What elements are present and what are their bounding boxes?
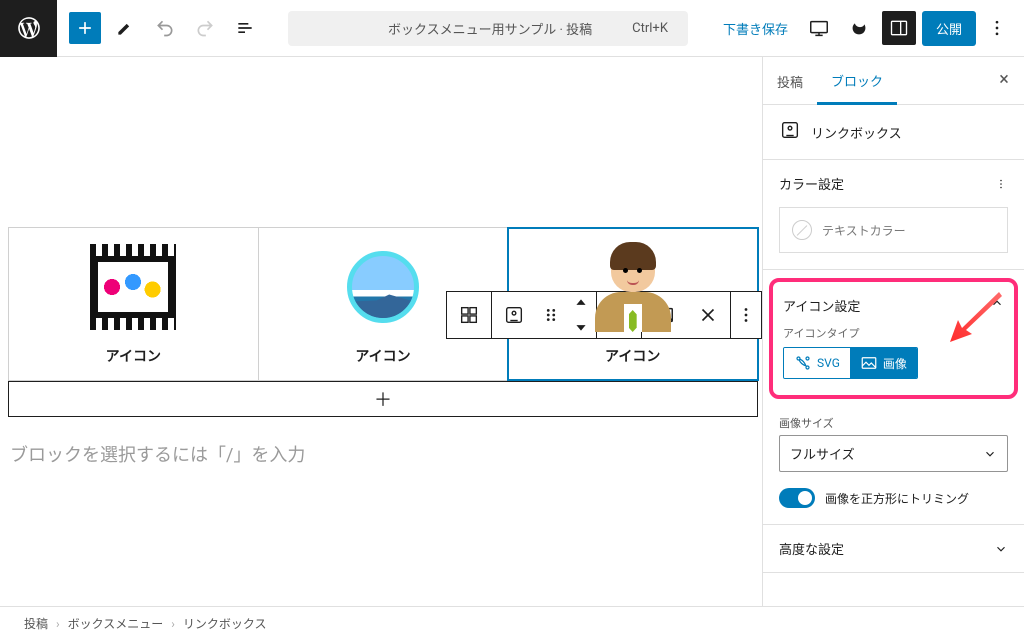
tab-post[interactable]: 投稿 — [763, 58, 817, 103]
editor-topbar: ボックスメニュー用サンプル · 投稿 Ctrl+K 下書き保存 公開 — [0, 0, 1024, 57]
icon-grid: アイコン アイコン アイコン — [8, 227, 758, 381]
edit-mode-button[interactable] — [109, 12, 141, 44]
save-draft-button[interactable]: 下書き保存 — [715, 19, 796, 38]
section-color-title: カラー設定 — [779, 174, 844, 193]
crop-toggle-row: 画像を正方形にトリミング — [763, 484, 1024, 524]
text-color-row[interactable]: テキストカラー — [779, 207, 1008, 253]
crop-toggle-switch[interactable] — [779, 488, 815, 508]
chevron-up-icon[interactable] — [990, 296, 1004, 310]
linkbox-icon — [779, 119, 801, 145]
column-label: アイコン — [106, 346, 161, 366]
icon-type-image-label: 画像 — [883, 355, 907, 372]
parent-block-button[interactable] — [447, 292, 491, 338]
toolbar-left — [57, 12, 273, 44]
section-color-header[interactable]: カラー設定 — [763, 160, 1024, 207]
toolbar-center: ボックスメニュー用サンプル · 投稿 Ctrl+K — [273, 11, 703, 46]
icon-type-toggle: SVG 画像 — [783, 347, 918, 379]
section-color: カラー設定 テキストカラー — [763, 160, 1024, 270]
color-swatch-none — [792, 220, 812, 240]
block-type-button[interactable] — [492, 292, 536, 338]
column-3-image — [588, 242, 678, 332]
image-size-select[interactable]: フルサイズ — [779, 435, 1008, 472]
image-size-label: 画像サイズ — [763, 407, 1024, 435]
icon-type-svg[interactable]: SVG — [784, 348, 850, 378]
breadcrumb-item[interactable]: 投稿 — [24, 615, 48, 632]
column-2-image — [338, 242, 428, 332]
icon-settings-highlight: アイコン設定 アイコンタイプ SVG 画像 — [769, 278, 1018, 399]
section-advanced-title: 高度な設定 — [779, 539, 844, 558]
document-title-bar[interactable]: ボックスメニュー用サンプル · 投稿 Ctrl+K — [288, 11, 688, 46]
kebab-icon[interactable] — [994, 177, 1008, 191]
column-label: アイコン — [605, 346, 660, 366]
block-placeholder[interactable]: ブロックを選択するには「/」を入力 — [10, 441, 752, 467]
image-size-value: フルサイズ — [790, 444, 855, 463]
drag-handle[interactable] — [536, 292, 566, 338]
close-sidebar-button[interactable]: × — [992, 69, 1016, 90]
list-view-button[interactable] — [229, 12, 261, 44]
column-label: アイコン — [355, 346, 410, 366]
settings-sidebar: 投稿 ブロック × リンクボックス カラー設定 テキストカラー — [762, 57, 1024, 606]
section-icon-title: アイコン設定 — [783, 296, 860, 315]
breadcrumb-separator: › — [56, 617, 60, 631]
column-1-image — [88, 242, 178, 332]
tab-block[interactable]: ブロック — [817, 57, 897, 105]
icon-column-1[interactable]: アイコン — [9, 228, 259, 380]
add-column-button[interactable]: ＋ — [8, 381, 758, 417]
icon-type-svg-label: SVG — [817, 356, 840, 370]
breadcrumb-item[interactable]: ボックスメニュー — [68, 615, 164, 632]
sidebar-tabs: 投稿 ブロック × — [763, 57, 1024, 105]
block-name-label: リンクボックス — [811, 123, 902, 142]
undo-button[interactable] — [149, 12, 181, 44]
chevron-down-icon — [983, 447, 997, 461]
wordpress-logo[interactable] — [0, 0, 57, 57]
text-color-label: テキストカラー — [822, 222, 906, 239]
more-options-button[interactable] — [982, 11, 1012, 45]
block-more-button[interactable] — [731, 292, 761, 338]
block-title-row: リンクボックス — [763, 105, 1024, 160]
section-advanced-header[interactable]: 高度な設定 — [763, 525, 1024, 572]
redo-button[interactable] — [189, 12, 221, 44]
icon-type-label: アイコンタイプ — [783, 325, 1004, 341]
clear-button[interactable] — [686, 292, 730, 338]
document-title-text: ボックスメニュー用サンプル · 投稿 — [388, 19, 592, 38]
add-block-button[interactable] — [69, 12, 101, 44]
title-shortcut: Ctrl+K — [632, 21, 668, 36]
chevron-down-icon — [994, 542, 1008, 556]
publish-button[interactable]: 公開 — [922, 11, 976, 46]
toolbar-right: 下書き保存 公開 — [703, 11, 1024, 46]
mover-buttons[interactable] — [566, 292, 596, 338]
breadcrumb: 投稿 › ボックスメニュー › リンクボックス — [0, 606, 1024, 640]
preview-device-button[interactable] — [802, 11, 836, 45]
sidebar-toggle-button[interactable] — [882, 11, 916, 45]
editor-canvas: アイコン アイコン アイコン ＋ ブロックを選択するには「/」を入力 — [0, 57, 762, 606]
breadcrumb-item[interactable]: リンクボックス — [183, 615, 267, 632]
breadcrumb-separator: › — [171, 617, 175, 631]
crop-toggle-label: 画像を正方形にトリミング — [825, 490, 969, 507]
theme-icon[interactable] — [842, 11, 876, 45]
icon-type-image[interactable]: 画像 — [850, 348, 917, 378]
